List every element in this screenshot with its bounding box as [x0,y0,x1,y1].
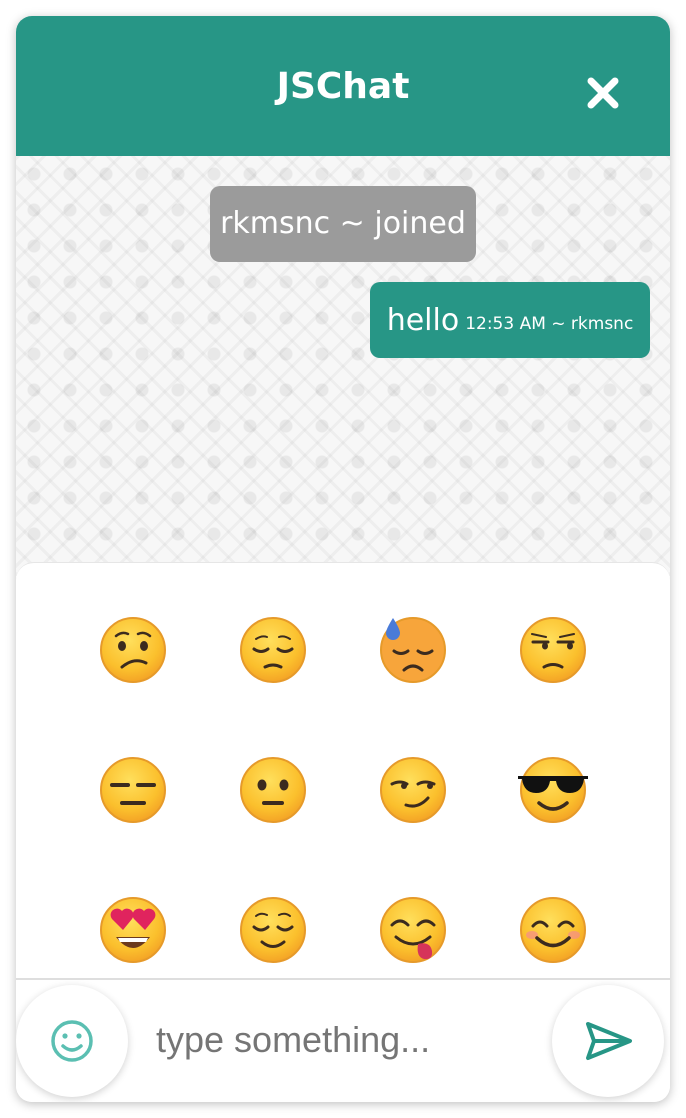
smiling-face-with-heart-eyes-icon[interactable] [98,895,168,965]
confused-face-icon[interactable] [98,615,168,685]
emoji-picker [16,562,670,981]
smiling-face-with-sunglasses-icon[interactable] [518,755,588,825]
message-text: hello [386,302,460,338]
close-icon [587,77,619,109]
send-icon [586,1022,632,1060]
emoji-toggle-button[interactable] [16,985,128,1097]
relieved-face-icon[interactable] [238,895,308,965]
face-savoring-food-icon[interactable] [378,895,448,965]
smirking-face-icon[interactable] [378,755,448,825]
smiley-icon [51,1020,93,1062]
app-title: JSChat [276,66,410,107]
outgoing-message: hello 12:53 AM ~ rkmsnc [370,282,650,358]
system-message: rkmsnc ~ joined [210,186,476,262]
message-input[interactable] [146,1010,546,1070]
downcast-face-with-sweat-icon[interactable] [378,615,448,685]
message-meta: 12:53 AM ~ rkmsnc [465,314,634,334]
chat-header: JSChat [16,16,670,156]
close-button[interactable] [583,73,623,113]
unamused-face-icon[interactable] [518,615,588,685]
pensive-face-icon[interactable] [238,615,308,685]
send-button[interactable] [552,985,664,1097]
chat-window: JSChat rkmsnc ~ joined hello 12:53 AM ~ … [16,16,670,1102]
message-composer [16,980,670,1102]
neutral-face-icon[interactable] [238,755,308,825]
message-list[interactable]: rkmsnc ~ joined hello 12:53 AM ~ rkmsnc [16,156,670,576]
smiling-face-with-smiling-eyes-icon[interactable] [518,895,588,965]
expressionless-face-icon[interactable] [98,755,168,825]
